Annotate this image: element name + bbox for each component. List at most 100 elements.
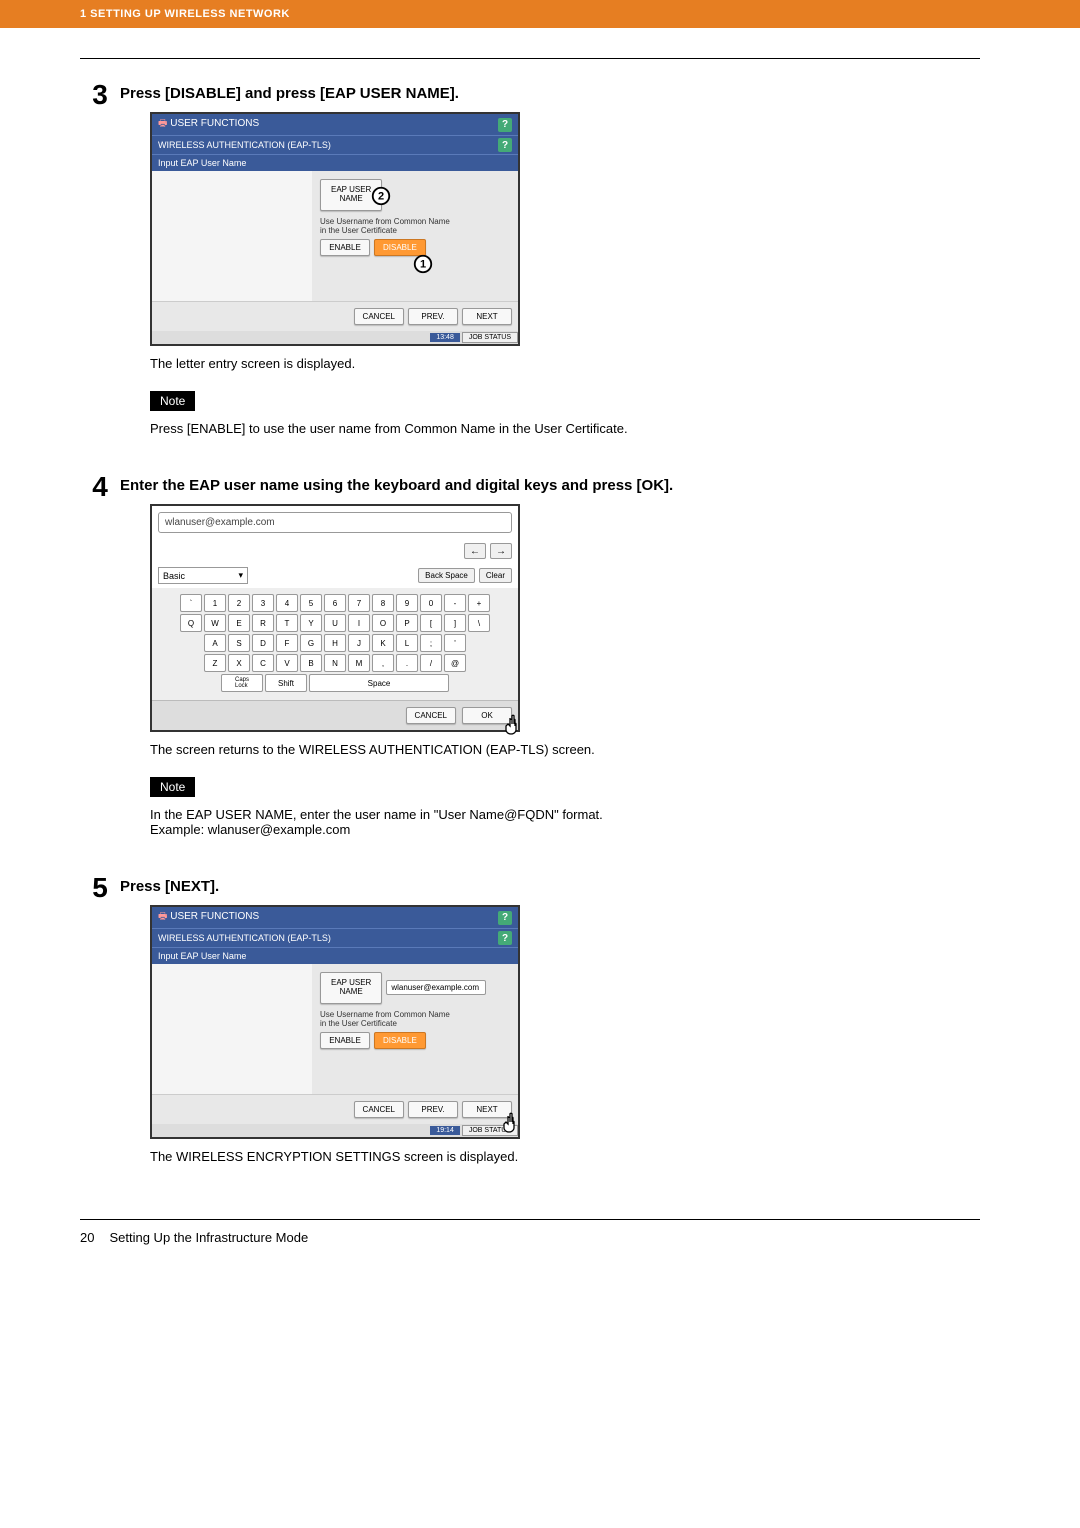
backspace-button[interactable]: Back Space	[418, 568, 475, 583]
keyboard-key[interactable]: 8	[372, 594, 394, 612]
keyboard-key[interactable]: @	[444, 654, 466, 672]
keyboard-key[interactable]: /	[420, 654, 442, 672]
keyboard-key[interactable]: K	[372, 634, 394, 652]
step-title: Enter the EAP user name using the keyboa…	[120, 477, 980, 494]
mode-select[interactable]: Basic▾	[158, 567, 248, 584]
keyboard-key[interactable]: A	[204, 634, 226, 652]
keyboard-key[interactable]: N	[324, 654, 346, 672]
document-page: 1 SETTING UP WIRELESS NETWORK 3 Press [D…	[0, 0, 1080, 1285]
finger-pointer-icon	[498, 1112, 522, 1136]
step-number: 5	[80, 872, 120, 1179]
keyboard-key[interactable]: V	[276, 654, 298, 672]
keyboard-key[interactable]: ,	[372, 654, 394, 672]
space-key[interactable]: Space	[309, 674, 449, 692]
page-number: 20	[80, 1230, 94, 1245]
section-rule	[80, 58, 980, 59]
arrow-right-icon[interactable]: →	[490, 543, 512, 559]
common-name-note: Use Username from Common Name in the Use…	[320, 1010, 510, 1028]
help-icon[interactable]: ?	[498, 138, 512, 152]
keyboard-key[interactable]: ;	[420, 634, 442, 652]
keyboard-key[interactable]: 1	[204, 594, 226, 612]
screen-subtitle: WIRELESS AUTHENTICATION (EAP-TLS)	[158, 140, 331, 150]
keyboard-key[interactable]: X	[228, 654, 250, 672]
keyboard-key[interactable]: T	[276, 614, 298, 632]
keyboard-key[interactable]: 5	[300, 594, 322, 612]
svg-text:2: 2	[378, 191, 384, 203]
keyboard-key[interactable]: [	[420, 614, 442, 632]
keyboard-key[interactable]: L	[396, 634, 418, 652]
keyboard-key[interactable]: Z	[204, 654, 226, 672]
note-text: Press [ENABLE] to use the user name from…	[150, 421, 980, 436]
cancel-button[interactable]: CANCEL	[354, 1101, 404, 1118]
status-time: 19:14	[430, 1126, 460, 1135]
footer-title: Setting Up the Infrastructure Mode	[109, 1230, 308, 1245]
keyboard-key[interactable]: O	[372, 614, 394, 632]
arrow-left-icon[interactable]: ←	[464, 543, 486, 559]
disable-button[interactable]: DISABLE	[374, 1032, 426, 1049]
help-icon[interactable]: ?	[498, 911, 512, 925]
keyboard-key[interactable]: I	[348, 614, 370, 632]
keyboard-key[interactable]: +	[468, 594, 490, 612]
breadcrumb: Input EAP User Name	[152, 154, 518, 171]
cancel-button[interactable]: CANCEL	[406, 707, 456, 724]
left-panel	[152, 171, 312, 301]
keyboard-key[interactable]: B	[300, 654, 322, 672]
keyboard-key[interactable]: S	[228, 634, 250, 652]
keyboard-key[interactable]: H	[324, 634, 346, 652]
help-icon[interactable]: ?	[498, 118, 512, 132]
screenshot-keyboard: wlanuser@example.com ← → Basic▾ Back Spa…	[150, 504, 520, 732]
cancel-button[interactable]: CANCEL	[354, 308, 404, 325]
left-panel	[152, 964, 312, 1094]
note-text: In the EAP USER NAME, enter the user nam…	[150, 807, 980, 837]
keyboard-key[interactable]: 2	[228, 594, 250, 612]
keyboard-key[interactable]: Y	[300, 614, 322, 632]
next-button[interactable]: NEXT	[462, 308, 512, 325]
keyboard-key[interactable]: ]	[444, 614, 466, 632]
keyboard-key[interactable]: P	[396, 614, 418, 632]
keyboard-key[interactable]: M	[348, 654, 370, 672]
keyboard-key[interactable]: 3	[252, 594, 274, 612]
keyboard-key[interactable]: \	[468, 614, 490, 632]
shift-key[interactable]: Shift	[265, 674, 307, 692]
keyboard-key[interactable]: -	[444, 594, 466, 612]
keyboard-key[interactable]: 0	[420, 594, 442, 612]
step-number: 4	[80, 471, 120, 857]
keyboard-key[interactable]: 6	[324, 594, 346, 612]
keyboard-key[interactable]: 9	[396, 594, 418, 612]
keyboard-key[interactable]: E	[228, 614, 250, 632]
capslock-key[interactable]: Caps Lock	[221, 674, 263, 692]
keyboard-key[interactable]: C	[252, 654, 274, 672]
step-description: The screen returns to the WIRELESS AUTHE…	[150, 742, 980, 757]
text-input[interactable]: wlanuser@example.com	[158, 512, 512, 533]
keyboard-key[interactable]: J	[348, 634, 370, 652]
help-icon[interactable]: ?	[498, 931, 512, 945]
keyboard-key[interactable]: F	[276, 634, 298, 652]
prev-button[interactable]: PREV.	[408, 1101, 458, 1118]
keyboard-key[interactable]: 7	[348, 594, 370, 612]
note-badge: Note	[150, 777, 195, 797]
keyboard-key[interactable]: G	[300, 634, 322, 652]
step-4: 4 Enter the EAP user name using the keyb…	[80, 471, 980, 857]
prev-button[interactable]: PREV.	[408, 308, 458, 325]
eap-user-name-button[interactable]: EAP USER NAME	[320, 972, 382, 1004]
common-name-note: Use Username from Common Name in the Use…	[320, 217, 510, 235]
step-description: The WIRELESS ENCRYPTION SETTINGS screen …	[150, 1149, 980, 1164]
chapter-header: 1 SETTING UP WIRELESS NETWORK	[0, 0, 1080, 28]
keyboard-key[interactable]: D	[252, 634, 274, 652]
page-footer: 20 Setting Up the Infrastructure Mode	[80, 1219, 980, 1245]
job-status-button[interactable]: JOB STATUS	[462, 332, 518, 343]
enable-button[interactable]: ENABLE	[320, 1032, 370, 1049]
keyboard-key[interactable]: `	[180, 594, 202, 612]
keyboard-key[interactable]: Q	[180, 614, 202, 632]
keyboard-key[interactable]: .	[396, 654, 418, 672]
keyboard-key[interactable]: R	[252, 614, 274, 632]
keyboard-key[interactable]: W	[204, 614, 226, 632]
enable-button[interactable]: ENABLE	[320, 239, 370, 256]
svg-text:1: 1	[420, 258, 426, 270]
keyboard-key[interactable]: U	[324, 614, 346, 632]
clear-button[interactable]: Clear	[479, 568, 512, 583]
step-3: 3 Press [DISABLE] and press [EAP USER NA…	[80, 79, 980, 456]
keyboard-key[interactable]: 4	[276, 594, 298, 612]
eap-user-name-value: wlanuser@example.com	[386, 980, 486, 995]
keyboard-key[interactable]: '	[444, 634, 466, 652]
